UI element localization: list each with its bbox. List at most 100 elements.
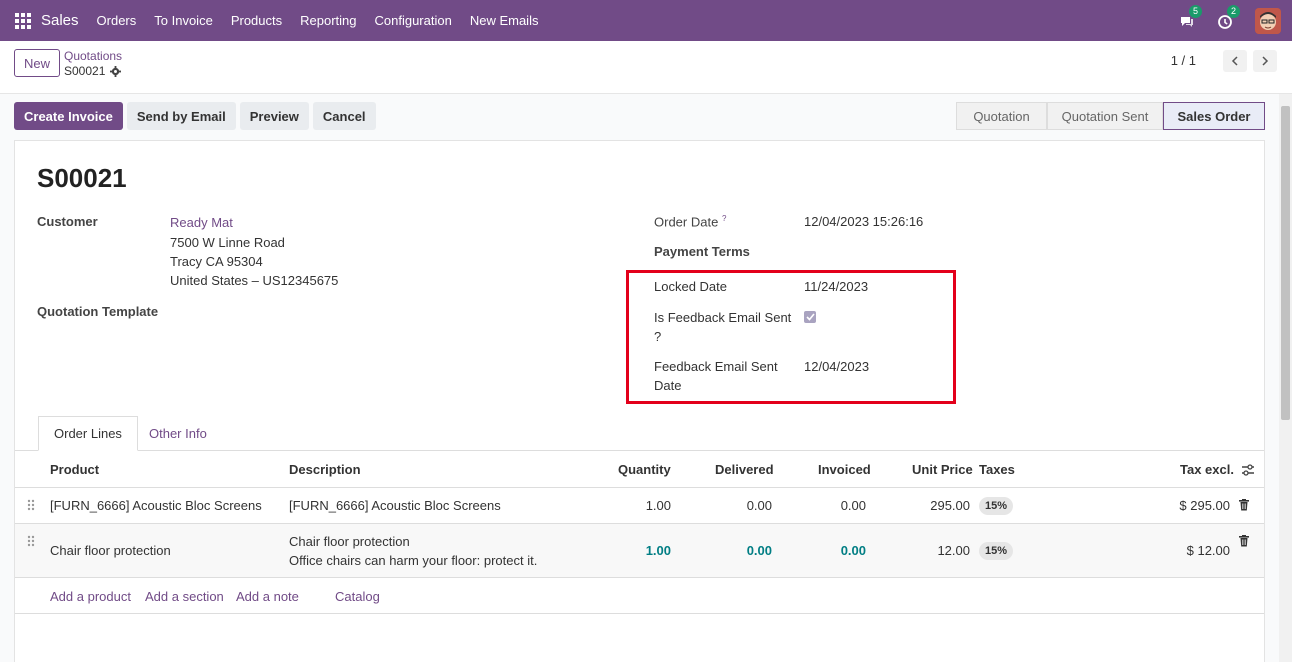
form-sheet: S00021 Customer Ready Mat 7500 W Linne R… [14, 140, 1265, 662]
row-unit-price[interactable]: 295.00 [910, 498, 970, 513]
column-settings-icon[interactable] [1241, 464, 1255, 476]
address-line-2: Tracy CA 95304 [170, 254, 263, 269]
cancel-button[interactable]: Cancel [312, 102, 376, 130]
locked-date-label: Locked Date [654, 279, 727, 294]
nav-to-invoice[interactable]: To Invoice [154, 13, 213, 28]
row-product[interactable]: Chair floor protection [50, 543, 171, 558]
customer-label: Customer [37, 214, 98, 229]
row-subtotal: $ 12.00 [1186, 543, 1230, 558]
row-product[interactable]: [FURN_6666] Acoustic Bloc Screens [50, 498, 262, 513]
add-product-link[interactable]: Add a product [50, 589, 131, 604]
feedback-sent-checkbox[interactable] [804, 311, 816, 323]
col-product[interactable]: Product [50, 462, 99, 477]
breadcrumb-current: S00021 [64, 64, 122, 78]
add-line-row: Add a product Add a section Add a note C… [15, 578, 1264, 614]
catalog-link[interactable]: Catalog [335, 589, 380, 604]
col-delivered[interactable]: Delivered [715, 462, 774, 477]
drag-handle-icon[interactable] [27, 499, 35, 511]
nav-orders[interactable]: Orders [97, 13, 137, 28]
pager-next-button[interactable] [1253, 50, 1277, 72]
trash-icon[interactable] [1239, 499, 1249, 511]
page-scrollbar[interactable] [1279, 94, 1292, 662]
row-quantity[interactable]: 1.00 [611, 543, 671, 558]
row-invoiced[interactable]: 0.00 [806, 543, 866, 558]
user-avatar[interactable] [1255, 7, 1281, 34]
row-delivered[interactable]: 0.00 [712, 498, 772, 513]
new-button[interactable]: New [14, 49, 60, 77]
row-description[interactable]: [FURN_6666] Acoustic Bloc Screens [289, 498, 501, 513]
row-description-line1[interactable]: Chair floor protection [289, 534, 410, 549]
messages-badge: 5 [1189, 4, 1203, 18]
breadcrumb-quotations[interactable]: Quotations [64, 49, 122, 63]
table-row[interactable]: [FURN_6666] Acoustic Bloc Screens [FURN_… [15, 488, 1264, 524]
chevron-right-icon [1262, 56, 1269, 66]
status-bar: Quotation Quotation Sent Sales Order [956, 102, 1265, 130]
row-quantity[interactable]: 1.00 [611, 498, 671, 513]
col-tax-excl[interactable]: Tax excl. [1180, 462, 1234, 477]
table-header: Product Description Quantity Delivered I… [15, 451, 1264, 488]
customer-link[interactable]: Ready Mat [170, 215, 233, 230]
status-quotation-sent[interactable]: Quotation Sent [1047, 102, 1163, 130]
scrollbar-thumb[interactable] [1281, 106, 1290, 420]
order-date-value[interactable]: 12/04/2023 15:26:16 [804, 214, 923, 229]
feedback-date-label-line2: Date [654, 378, 682, 393]
col-unit-price[interactable]: Unit Price [912, 462, 973, 477]
feedback-date-value[interactable]: 12/04/2023 [804, 359, 869, 374]
activities-button[interactable]: 2 [1217, 4, 1241, 31]
feedback-sent-label-line1: Is Feedback Email Sent [654, 310, 792, 325]
breadcrumb-current-label: S00021 [64, 64, 106, 78]
nav-configuration[interactable]: Configuration [375, 13, 452, 28]
locked-date-value[interactable]: 11/24/2023 [804, 279, 868, 294]
nav-new-emails[interactable]: New Emails [470, 13, 539, 28]
status-quotation[interactable]: Quotation [956, 102, 1047, 130]
add-note-link[interactable]: Add a note [236, 589, 299, 604]
nav-reporting[interactable]: Reporting [300, 13, 356, 28]
quotation-template-label: Quotation Template [37, 304, 159, 319]
order-date-label-text: Order Date [654, 214, 719, 230]
address-line-3: United States – US12345675 [170, 273, 339, 288]
row-unit-price[interactable]: 12.00 [910, 543, 970, 558]
col-taxes[interactable]: Taxes [979, 462, 1015, 477]
pager-prev-button[interactable] [1223, 50, 1247, 72]
order-title: S00021 [37, 163, 127, 193]
messages-button[interactable]: 5 [1179, 4, 1203, 31]
drag-handle-icon[interactable] [27, 535, 35, 547]
row-tax-badge[interactable]: 15% [979, 497, 1014, 515]
row-invoiced[interactable]: 0.00 [806, 498, 866, 513]
tab-other-info[interactable]: Other Info [134, 416, 222, 451]
col-quantity[interactable]: Quantity [618, 462, 671, 477]
trash-icon[interactable] [1239, 535, 1249, 547]
row-subtotal: $ 295.00 [1179, 498, 1230, 513]
feedback-sent-label-line2: ? [654, 329, 662, 344]
gear-icon[interactable] [110, 65, 122, 77]
payment-terms-label: Payment Terms [654, 244, 750, 259]
apps-grid-icon[interactable] [15, 12, 31, 29]
user-face-icon [1255, 7, 1281, 34]
preview-button[interactable]: Preview [239, 102, 309, 130]
feedback-date-label-line1: Feedback Email Sent [654, 359, 778, 374]
order-date-label: Order Date ? [654, 214, 726, 229]
create-invoice-button[interactable]: Create Invoice [14, 102, 123, 130]
row-description-line2[interactable]: Office chairs can harm your floor: prote… [289, 553, 537, 568]
status-sales-order[interactable]: Sales Order [1163, 102, 1265, 130]
tab-order-lines[interactable]: Order Lines [38, 416, 138, 451]
table-row[interactable]: Chair floor protection Chair floor prote… [15, 524, 1264, 578]
activities-badge: 2 [1227, 4, 1241, 18]
app-brand[interactable]: Sales [41, 12, 79, 29]
nav-products[interactable]: Products [231, 13, 282, 28]
check-icon [805, 313, 815, 321]
row-tax-badge[interactable]: 15% [979, 542, 1014, 560]
send-by-email-button[interactable]: Send by Email [126, 102, 236, 130]
action-bar: Create Invoice Send by Email Preview Can… [14, 102, 376, 130]
col-invoiced[interactable]: Invoiced [818, 462, 871, 477]
col-description[interactable]: Description [289, 462, 361, 477]
top-navbar: Sales Orders To Invoice Products Reporti… [0, 0, 1292, 41]
pager-value[interactable]: 1 / 1 [1171, 53, 1196, 68]
address-line-1: 7500 W Linne Road [170, 235, 285, 250]
order-date-help-icon[interactable]: ? [722, 214, 726, 223]
chevron-left-icon [1231, 56, 1238, 66]
add-section-link[interactable]: Add a section [145, 589, 224, 604]
row-delivered[interactable]: 0.00 [712, 543, 772, 558]
control-panel: New Quotations S00021 1 / 1 [0, 41, 1292, 94]
notebook-tabs: Order Lines Other Info [15, 416, 1264, 451]
